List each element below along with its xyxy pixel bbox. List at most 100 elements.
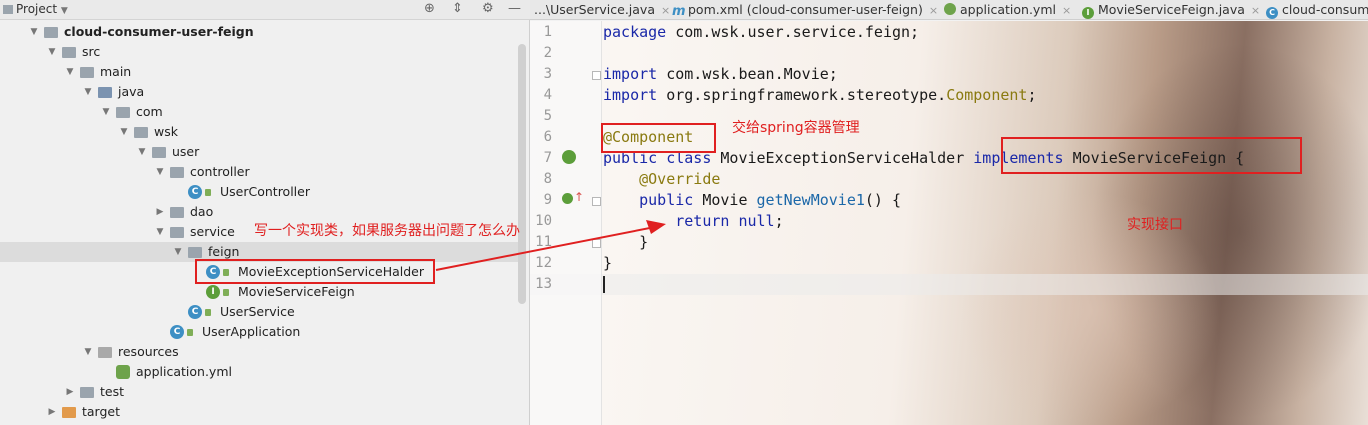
- folder-icon: [98, 347, 112, 358]
- note-component: 交给spring容器管理: [732, 120, 860, 136]
- code-line: }: [603, 253, 612, 274]
- tree-item[interactable]: ▼ src: [0, 42, 520, 62]
- close-icon[interactable]: ×: [929, 4, 938, 17]
- expand-arrow-icon[interactable]: ▼: [154, 222, 166, 242]
- expand-arrow-icon[interactable]: ▼: [82, 342, 94, 362]
- line-number: 12: [535, 255, 552, 271]
- tree-item-label: resources: [118, 344, 179, 359]
- code-line: package com.wsk.user.service.feign;: [603, 22, 919, 43]
- tree-item[interactable]: C UserService: [0, 302, 520, 322]
- folder-icon: [170, 207, 184, 218]
- implements-method-icon[interactable]: [562, 193, 573, 204]
- hide-icon[interactable]: —: [508, 1, 521, 16]
- tree-item-label: test: [100, 384, 125, 399]
- class-icon: C: [188, 185, 202, 199]
- interface-icon: I: [206, 285, 220, 299]
- tree-item-label: UserService: [220, 304, 295, 319]
- highlight-box-implements: [1001, 137, 1302, 174]
- note-interface: 实现接口: [1127, 217, 1183, 233]
- tab-label: cloud-consume: [1282, 2, 1368, 17]
- tree-item[interactable]: ▼ user: [0, 142, 520, 162]
- expand-arrow-icon[interactable]: ▼: [28, 22, 40, 42]
- collapse-icon[interactable]: ⇕: [452, 1, 463, 16]
- tree-item-label: application.yml: [136, 364, 232, 379]
- tree-item[interactable]: ▶ test: [0, 382, 520, 402]
- expand-arrow-icon[interactable]: ▼: [64, 62, 76, 82]
- tree-item[interactable]: ▶ dao: [0, 202, 520, 222]
- close-icon[interactable]: ×: [1062, 4, 1071, 17]
- access-lock-icon: [205, 189, 211, 196]
- expand-arrow-icon[interactable]: ▼: [118, 122, 130, 142]
- line-number: 8: [543, 171, 552, 187]
- editor-tab[interactable]: I MovieServiceFeign.java ×: [1082, 0, 1260, 20]
- tree-item[interactable]: ▼ resources: [0, 342, 520, 362]
- text-caret: [603, 276, 605, 293]
- locate-icon[interactable]: ⊕: [424, 1, 435, 16]
- editor-tab-bar: ...\UserService.java × m pom.xml (cloud-con…: [530, 0, 1368, 20]
- expand-arrow-icon[interactable]: ▼: [100, 102, 112, 122]
- tree-item-label: main: [100, 64, 132, 79]
- file-type-icon: C: [1266, 7, 1278, 19]
- collapse-arrow-icon[interactable]: ▶: [64, 382, 76, 402]
- tab-label: application.yml: [960, 2, 1056, 17]
- tree-item[interactable]: ▼ java: [0, 82, 520, 102]
- arrow-up-icon: ↑: [574, 190, 585, 204]
- tree-item-label: service: [190, 224, 235, 239]
- tree-item[interactable]: ▶ target: [0, 402, 520, 422]
- gear-icon[interactable]: ⚙: [482, 1, 494, 16]
- code-line: return null;: [603, 211, 783, 232]
- tree-item[interactable]: ▼ controller: [0, 162, 520, 182]
- expand-arrow-icon[interactable]: ▼: [172, 242, 184, 262]
- tree-item-label: controller: [190, 164, 250, 179]
- expand-arrow-icon[interactable]: ▼: [154, 162, 166, 182]
- class-icon: C: [170, 325, 184, 339]
- editor-tab[interactable]: Ccloud-consume: [1266, 0, 1368, 20]
- close-icon[interactable]: ×: [1251, 4, 1260, 17]
- tree-item[interactable]: C UserController: [0, 182, 520, 202]
- tree-item[interactable]: ▼ wsk: [0, 122, 520, 142]
- expand-arrow-icon[interactable]: ▼: [82, 82, 94, 102]
- line-number: 13: [535, 276, 552, 292]
- file-type-icon: I: [1082, 7, 1094, 19]
- fold-marker-icon[interactable]: [592, 197, 601, 206]
- tree-item[interactable]: ▼ com: [0, 102, 520, 122]
- code-token: public: [639, 191, 703, 209]
- tree-item[interactable]: ▼ main: [0, 62, 520, 82]
- line-number: 2: [543, 45, 552, 61]
- collapse-arrow-icon[interactable]: ▶: [154, 202, 166, 222]
- tree-item-label: cloud-consumer-user-feign: [64, 24, 254, 39]
- folder-icon: [44, 27, 58, 38]
- tree-item-label: wsk: [154, 124, 178, 139]
- folder-icon: [80, 67, 94, 78]
- code-token: }: [603, 254, 613, 272]
- code-token: org.springframework.stereotype.: [666, 86, 947, 104]
- code-token: }: [603, 233, 649, 251]
- editor-tab[interactable]: m pom.xml (cloud-consumer-user-feign) ×: [672, 0, 938, 20]
- tree-item[interactable]: C UserApplication: [0, 322, 520, 342]
- spring-bean-icon[interactable]: [562, 150, 576, 164]
- fold-marker-icon[interactable]: [592, 239, 601, 248]
- folder-icon: [188, 247, 202, 258]
- project-panel-header: Project ▼ ⊕ ⇕ ⚙ —: [0, 0, 530, 20]
- folder-icon: [170, 167, 184, 178]
- line-number: 5: [543, 108, 552, 124]
- tree-item[interactable]: application.yml: [0, 362, 520, 382]
- project-view-selector[interactable]: Project ▼: [16, 2, 68, 16]
- fold-marker-icon[interactable]: [592, 71, 601, 80]
- editor-tab[interactable]: application.yml ×: [944, 0, 1071, 20]
- expand-arrow-icon[interactable]: ▼: [136, 142, 148, 162]
- access-lock-icon: [187, 329, 193, 336]
- tree-item[interactable]: ▼ cloud-consumer-user-feign: [0, 22, 520, 42]
- access-lock-icon: [205, 309, 211, 316]
- line-number: 4: [543, 87, 552, 103]
- tree-item[interactable]: I MovieServiceFeign: [0, 282, 520, 302]
- editor-tab[interactable]: ...\UserService.java ×: [534, 0, 670, 20]
- close-icon[interactable]: ×: [661, 4, 670, 17]
- tree-item-label: user: [172, 144, 200, 159]
- current-line-highlight: [530, 274, 1368, 295]
- expand-arrow-icon[interactable]: ▼: [46, 42, 58, 62]
- tree-scrollbar[interactable]: [518, 44, 526, 304]
- code-editor[interactable]: 1 2 3 4 5 6 7 8 9 10 11 12 13 ↑ package com.wsk.user.…: [530, 21, 1368, 425]
- collapse-arrow-icon[interactable]: ▶: [46, 402, 58, 422]
